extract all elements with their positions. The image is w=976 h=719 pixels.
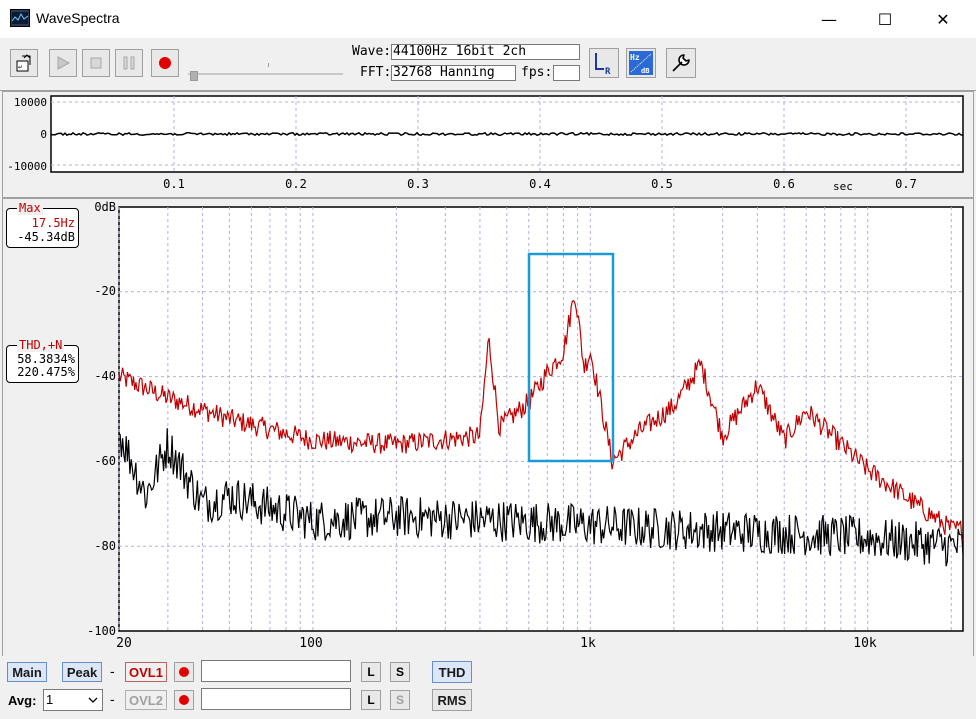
spectrum-xtick: 1k (580, 636, 596, 651)
slider-tick (268, 63, 269, 67)
lr-channel-icon: R (595, 53, 611, 76)
svg-text:R: R (605, 67, 611, 76)
spectrum-panel: 0dB -20 -40 -60 -80 -100 20 100 1k 10k M… (2, 198, 974, 658)
wave-xtick: 0.5 (651, 177, 673, 191)
app-icon (10, 9, 30, 27)
stop-button[interactable] (82, 49, 110, 77)
level-meter-left (201, 660, 351, 682)
scale-settings-button[interactable]: Hz dB (626, 48, 656, 78)
channel-mode-button[interactable]: R (589, 48, 619, 78)
pause-button[interactable] (115, 49, 143, 77)
record-icon (179, 667, 189, 677)
wave-xtick: 0.1 (163, 177, 185, 191)
spectrum-yticks: 0dB -20 -40 -60 -80 -100 (87, 200, 116, 638)
fft-label: FFT: (360, 65, 392, 80)
stop-icon (90, 57, 102, 69)
svg-text:dB: dB (641, 67, 649, 75)
wave-xtick: 0.7 (895, 177, 917, 191)
spectrum-ytick: -60 (94, 454, 116, 468)
ovl2-indicator: OVL2 (125, 690, 167, 710)
maximize-button[interactable]: ☐ (856, 0, 914, 38)
spectrum-chart: 0dB -20 -40 -60 -80 -100 20 100 1k 10k (87, 200, 964, 651)
max-info-box: Max 17.5Hz -45.34dB (6, 201, 79, 248)
bottom-controls: Main Peak - OVL1 L S THD Avg: 1 - OVL2 L… (0, 656, 976, 719)
waveform-panel: 10000 0 -10000 0.1 0.2 0.3 0.4 0.5 0.6 0… (2, 91, 974, 198)
max-title: Max (17, 201, 43, 215)
wave-xtick: 0.3 (407, 177, 429, 191)
spectrum-ytick: -100 (87, 624, 116, 638)
toolbar: ↩ Wave: 44100Hz 16bit 2ch FFT: 32768 Han… (0, 38, 976, 91)
play-button[interactable] (49, 49, 77, 77)
main-button[interactable]: Main (7, 662, 47, 682)
close-button[interactable]: ✕ (914, 0, 972, 38)
position-slider[interactable] (188, 71, 343, 81)
wave-ytick: 0 (40, 128, 47, 141)
fps-field (553, 65, 580, 81)
avg-label: Avg: (8, 693, 37, 708)
thd-button[interactable]: THD (432, 661, 472, 683)
max-level: -45.34dB (17, 230, 75, 244)
wave-label: Wave: (352, 44, 392, 59)
open-file-button[interactable]: ↩ (10, 49, 38, 77)
record-right-button[interactable] (174, 690, 194, 710)
thd-info-box: THD,+N 58.3834% 220.475% (6, 338, 79, 383)
wave-xtick: 0.4 (529, 177, 551, 191)
chevron-down-icon (88, 697, 98, 703)
wave-format-field: 44100Hz 16bit 2ch (391, 44, 580, 60)
max-frequency: 17.5Hz (31, 216, 75, 230)
rms-button[interactable]: RMS (432, 689, 472, 711)
spectrum-ytick: -20 (94, 284, 116, 298)
wave-ytick: -10000 (7, 160, 47, 173)
open-file-icon: ↩ (16, 54, 31, 72)
spectrum-ytick: 0dB (94, 200, 116, 214)
spectrum-xtick: 10k (853, 636, 877, 651)
spectrum-ytick: -80 (94, 539, 116, 553)
spectrum-xticks: 20 100 1k 10k (116, 636, 877, 651)
waveform-chart: 10000 0 -10000 0.1 0.2 0.3 0.4 0.5 0.6 0… (7, 95, 964, 193)
spectrum-ytick: -40 (94, 369, 116, 383)
spectrum-xtick: 20 (116, 636, 132, 651)
svg-text:↩: ↩ (18, 63, 22, 71)
wave-ytick: 10000 (14, 96, 47, 109)
svg-text:Hz: Hz (630, 53, 640, 62)
spectrum-xtick: 100 (299, 636, 322, 651)
right-channel-button[interactable]: L (361, 690, 381, 710)
record-left-button[interactable] (174, 662, 194, 682)
play-icon (57, 56, 71, 70)
thd-value-2: 220.475% (17, 365, 75, 379)
avg-select[interactable]: 1 (43, 689, 103, 711)
separator-dash: - (110, 663, 115, 679)
fps-label: fps: (521, 65, 553, 80)
wrench-icon (672, 54, 690, 72)
left-channel-button[interactable]: L (361, 662, 381, 682)
thd-title: THD,+N (17, 338, 65, 352)
settings-button[interactable] (666, 48, 696, 78)
wave-xtick: 0.2 (285, 177, 307, 191)
save-left-button[interactable]: S (390, 662, 410, 682)
record-button[interactable] (151, 49, 179, 77)
ovl1-indicator: OVL1 (125, 662, 167, 682)
level-meter-right (201, 688, 351, 710)
fft-setting-field: 32768 Hanning (391, 65, 516, 81)
wave-x-unit: sec (833, 180, 853, 193)
peak-button[interactable]: Peak (62, 662, 102, 682)
separator-dash: - (110, 691, 115, 707)
record-icon (159, 57, 171, 69)
minimize-button[interactable]: — (800, 0, 858, 38)
avg-value: 1 (46, 692, 54, 707)
hz-db-scale-icon: Hz dB (629, 51, 653, 75)
record-icon (179, 695, 189, 705)
window-title: WaveSpectra (36, 10, 120, 26)
save-right-button[interactable]: S (390, 690, 410, 710)
title-bar: WaveSpectra — ☐ ✕ (0, 0, 976, 38)
wave-xtick: 0.6 (773, 177, 795, 191)
pause-icon (123, 56, 135, 70)
